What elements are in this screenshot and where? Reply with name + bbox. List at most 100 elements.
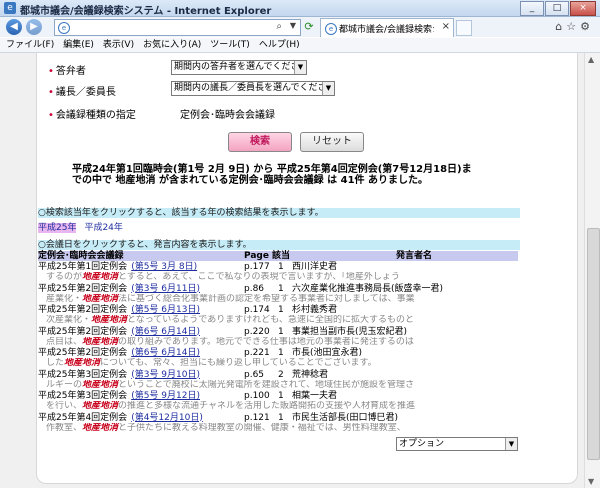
address-bar[interactable]: e ⌕ ▼ (54, 19, 301, 36)
search-icon[interactable]: ⌕ (276, 21, 282, 32)
window-titlebar: e 都城市議会/会議録検索システム - Internet Explorer _ … (0, 0, 600, 17)
close-button[interactable]: × (570, 1, 596, 16)
menu-bar: ファイル(F) 編集(E) 表示(V) お気に入り(A) ツール(T) ヘルプ(H) (0, 38, 600, 53)
snippet-keyword: 地産地消 (82, 379, 119, 390)
tab-close-icon[interactable]: × (442, 21, 450, 32)
result-meeting: 平成25年第4回定例会 (38, 412, 128, 423)
snippet-keyword: 地産地消 (82, 272, 119, 282)
answerer-row: • 答弁者 (48, 62, 86, 77)
ie-page-icon: e (58, 22, 70, 34)
bullet-icon: • (48, 87, 54, 98)
type-label: 会議録種類の指定 (55, 110, 136, 121)
chair-label: 議長／委員長 (55, 87, 116, 98)
result-page: p.220 (244, 326, 270, 337)
scroll-down-icon[interactable]: ▼ (588, 477, 594, 486)
result-date-link[interactable]: (第6号 6月14日) (131, 327, 200, 337)
result-row: 平成25年第3回定例会 (第3号 9月10日) p.65 2 荒神稔君 (38, 370, 518, 380)
search-button[interactable]: 検索 (228, 132, 292, 152)
option-select[interactable]: オプション ▼ (396, 437, 518, 451)
result-date-link[interactable]: (第5号 6月13日) (131, 305, 200, 315)
result-date-link[interactable]: (第3号 6月11日) (131, 284, 200, 294)
result-row: 平成25年第2回定例会 (第3号 6月11日) p.86 1 六次産業化推進事務局長(飯… (38, 284, 518, 294)
window-title: 都城市議会/会議録検索システム - Internet Explorer (20, 6, 272, 17)
snippet-pre: ルギーの (46, 379, 83, 390)
result-page: p.65 (244, 369, 265, 380)
snippet-post: とすると、あえて、ここで私なりの表現で言いますが、「地産外しょう (118, 272, 400, 282)
back-button[interactable]: ◀ (6, 19, 22, 35)
result-page: p.86 (244, 283, 265, 294)
scroll-up-icon[interactable]: ▲ (588, 55, 594, 64)
chair-select[interactable]: 期間内の議長／委員長を選んでください ▼ (171, 81, 335, 96)
bullet-icon: • (48, 110, 54, 121)
result-meeting: 平成25年第2回定例会 (38, 326, 128, 337)
result-row: 平成25年第2回定例会 (第5号 6月13日) p.174 1 杉村義秀君 (38, 305, 518, 315)
chair-select-value: 期間内の議長／委員長を選んでください (174, 83, 335, 93)
refresh-icon[interactable]: ⟳ (302, 20, 316, 34)
toolbar-icons[interactable]: ⌂☆⚙ (555, 20, 594, 33)
restore-button[interactable]: □ (545, 1, 569, 16)
result-date-link[interactable]: (第3号 9月10日) (131, 370, 200, 380)
result-date-link[interactable]: (第6号 6月14日) (131, 348, 200, 358)
snippet-post: 法に基づく総合化事業計画の認定を希望する事業者に対しましては、事業 (118, 293, 415, 304)
results-header: 定例会･臨時会会議録 Page 該当 発言者名 (38, 251, 518, 261)
minimize-button[interactable]: _ (520, 1, 544, 16)
result-snippet: ルギーの地産地消ということで廃校に太陽光発電所を建設されて、地域住民が施設を管理… (46, 380, 520, 390)
snippet-post: となっているようでありますけれども、急速に全国的に拡大するものと (127, 315, 414, 325)
result-page: p.100 (244, 391, 270, 401)
answerer-select[interactable]: 期間内の答弁者を選んでください ▼ (171, 60, 307, 75)
result-speaker: 事業担当副市長(児玉宏紀君) (292, 326, 408, 337)
year-link-h25[interactable]: 平成25年 (38, 223, 77, 233)
result-meeting: 平成25年第3回定例会 (38, 369, 128, 380)
menu-favorites[interactable]: お気に入り(A) (143, 38, 201, 52)
snippet-pre: 点目は、 (46, 336, 83, 347)
forward-button[interactable]: ▶ (26, 19, 42, 35)
result-date-link[interactable]: (第5号 3月 8日) (131, 262, 197, 272)
browser-tab[interactable]: e 都城市議会/会議録検索シ... × (320, 18, 454, 37)
result-meeting: 平成25年第2回定例会 (38, 348, 128, 358)
result-meeting: 平成25年第2回定例会 (38, 305, 128, 315)
result-hit: 1 (278, 326, 284, 337)
snippet-keyword: 地産地消 (82, 422, 119, 433)
type-value: 定例会･臨時会会議録 (180, 110, 275, 121)
snippet-pre: 作教室、 (46, 422, 83, 433)
snippet-pre: 次産業化・ (46, 315, 92, 325)
vertical-scrollbar[interactable]: ▲ ▼ (584, 53, 600, 488)
menu-file[interactable]: ファイル(F) (6, 38, 54, 52)
reset-button[interactable]: リセット (300, 132, 364, 152)
menu-help[interactable]: ヘルプ(H) (259, 38, 300, 52)
scroll-thumb[interactable] (587, 228, 600, 460)
result-snippet: するのが地産地消とすると、あえて、ここで私なりの表現で言いますが、「地産外しょう (46, 272, 520, 282)
menu-edit[interactable]: 編集(E) (63, 38, 94, 52)
snippet-keyword: 地産地消 (82, 336, 119, 347)
menu-tools[interactable]: ツール(T) (210, 38, 250, 52)
chevron-down-icon: ▼ (505, 438, 517, 450)
chevron-down-icon: ▼ (294, 61, 306, 74)
column-speaker: 発言者名 (396, 251, 433, 261)
result-date-link[interactable]: (第5号 9月12日) (131, 391, 200, 401)
snippet-pre: を行い、 (46, 401, 83, 411)
result-snippet: 次産業化・地産地消となっているようでありますけれども、急速に全国的に拡大するもの… (46, 315, 520, 325)
navigation-bar: ◀ ▶ e ⌕ ▼ ⟳ e 都城市議会/会議録検索シ... × ⌂☆⚙ (0, 17, 600, 37)
result-row: 平成25年第2回定例会 (第6号 6月14日) p.220 1 事業担当副市長(児玉宏紀… (38, 327, 518, 337)
year-link-h24[interactable]: 平成24年 (84, 223, 122, 233)
snippet-pre: した (46, 358, 65, 368)
result-meeting: 平成25年第3回定例会 (38, 391, 128, 401)
tab-title: 都城市議会/会議録検索シ... (339, 25, 434, 35)
result-date-link[interactable]: (第4号12月10日) (131, 413, 203, 423)
snippet-post: の取り組みであります。地元でできる仕事は地元の事業者に発注するのは (118, 336, 414, 347)
snippet-post: ということで廃校に太陽光発電所を建設されて、地域住民が施設を管理さ (118, 379, 415, 390)
result-hit: 1 (278, 348, 284, 358)
result-speaker: 市民生活部長(田口博巳君) (292, 412, 399, 423)
result-row: 平成25年第3回定例会 (第5号 9月12日) p.100 1 相葉一夫君 (38, 391, 518, 401)
snippet-keyword: 地産地消 (82, 293, 119, 304)
new-tab-button[interactable] (456, 20, 472, 36)
chevron-down-icon: ▼ (322, 82, 334, 95)
result-page: p.221 (244, 348, 270, 358)
result-meeting: 平成25年第1回定例会 (38, 262, 128, 272)
chevron-down-icon[interactable]: ▼ (290, 21, 296, 30)
result-page: p.121 (244, 412, 270, 423)
result-speaker: 相葉一夫君 (292, 391, 338, 401)
column-meeting: 定例会･臨時会会議録 (38, 251, 124, 261)
menu-view[interactable]: 表示(V) (103, 38, 134, 52)
result-snippet: 作教室、地産地消と子供たちに教える料理教室の開催、健康・福祉では、男性料理教室、 (46, 423, 520, 433)
